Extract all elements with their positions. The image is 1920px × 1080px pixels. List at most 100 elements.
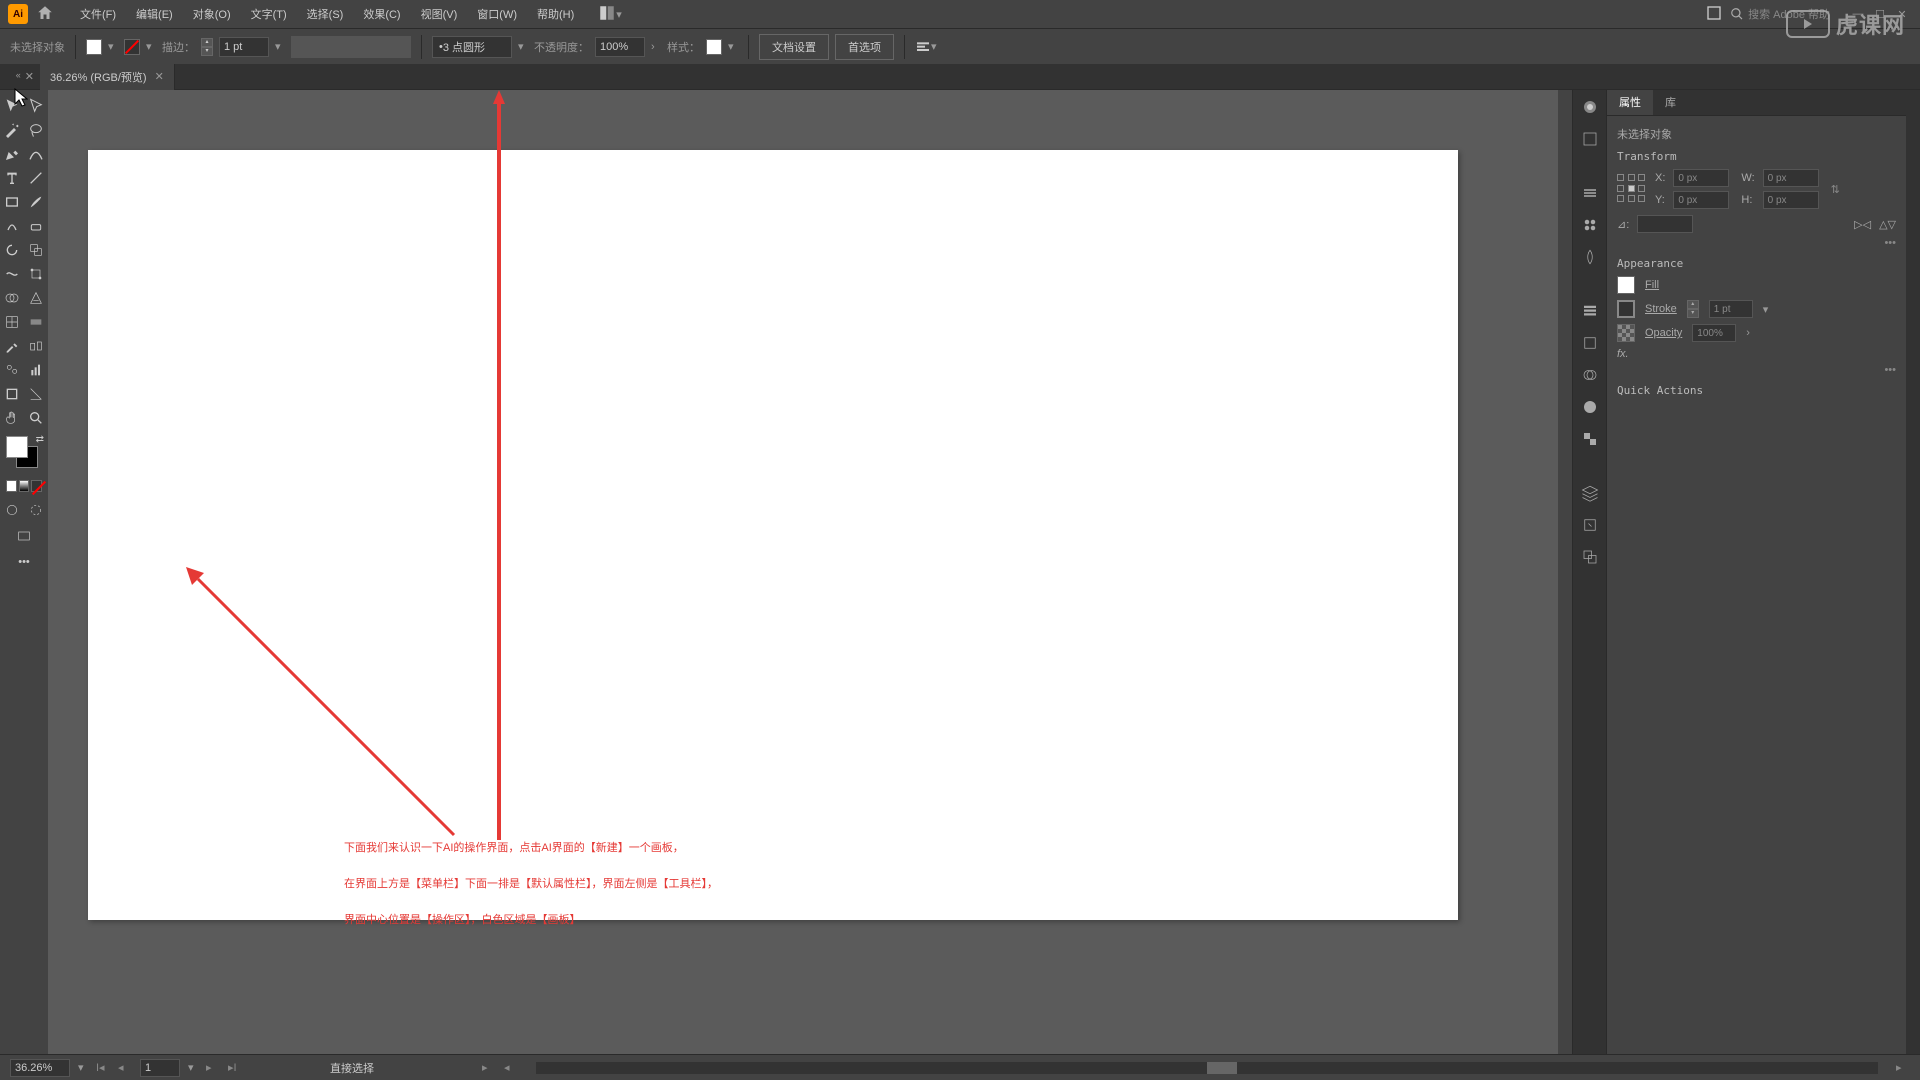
- slice-tool[interactable]: [24, 382, 48, 406]
- foreground-color[interactable]: [6, 436, 28, 458]
- stroke-swatch[interactable]: [124, 39, 140, 55]
- opacity-input[interactable]: [595, 37, 645, 57]
- stroke-stepper[interactable]: ▴▾: [201, 38, 213, 56]
- menu-window[interactable]: 窗口(W): [467, 2, 527, 26]
- zoom-tool[interactable]: [24, 406, 48, 430]
- stroke-weight-dd[interactable]: ▾: [275, 40, 285, 53]
- brushes-panel-icon[interactable]: [1579, 214, 1601, 236]
- arrange-docs-arrow[interactable]: ▾: [616, 8, 626, 21]
- brush-tool[interactable]: [24, 190, 48, 214]
- artboards-icon[interactable]: [1579, 546, 1601, 568]
- transform-w[interactable]: [1763, 169, 1819, 187]
- transparency-icon[interactable]: [1579, 428, 1601, 450]
- transform-angle[interactable]: [1637, 215, 1693, 233]
- type-tool[interactable]: [0, 166, 24, 190]
- screen-mode[interactable]: [0, 522, 48, 550]
- graph-tool[interactable]: [24, 358, 48, 382]
- align-panel-icon[interactable]: [1579, 300, 1601, 322]
- fill-swatch[interactable]: [86, 39, 102, 55]
- scale-tool[interactable]: [24, 238, 48, 262]
- canvas[interactable]: 下面我们来认识一下AI的操作界面，点击AI界面的【新建】一个画板， 在界面上方是…: [48, 90, 1558, 1054]
- fx-label[interactable]: fx.: [1617, 348, 1896, 360]
- transform-x[interactable]: [1673, 169, 1729, 187]
- status-scroll-left[interactable]: ◂: [504, 1061, 518, 1074]
- style-dd[interactable]: ▾: [728, 40, 738, 53]
- shaper-tool[interactable]: [0, 214, 24, 238]
- frame-icon[interactable]: [1706, 5, 1722, 24]
- first-artboard[interactable]: I◂: [96, 1061, 110, 1074]
- pen-tool[interactable]: [0, 142, 24, 166]
- next-artboard[interactable]: ▸: [206, 1061, 220, 1074]
- free-transform-tool[interactable]: [24, 262, 48, 286]
- shape-builder-tool[interactable]: [0, 286, 24, 310]
- prev-artboard[interactable]: ◂: [118, 1061, 132, 1074]
- doc-setup-button[interactable]: 文档设置: [759, 34, 829, 60]
- last-artboard[interactable]: ▸I: [228, 1061, 242, 1074]
- swatch-panel-icon[interactable]: [1579, 128, 1601, 150]
- mesh-tool[interactable]: [0, 310, 24, 334]
- style-swatch[interactable]: [706, 39, 722, 55]
- fill-color[interactable]: [1617, 276, 1635, 294]
- pathfinder-icon[interactable]: [1579, 364, 1601, 386]
- menu-edit[interactable]: 编辑(E): [126, 2, 183, 26]
- menu-view[interactable]: 视图(V): [411, 2, 468, 26]
- artboard-number[interactable]: [140, 1059, 180, 1077]
- sw-gradient[interactable]: [19, 480, 30, 492]
- flip-h-icon[interactable]: ▷◁: [1854, 218, 1871, 231]
- panel-stroke-stepper[interactable]: ▴▾: [1687, 300, 1699, 318]
- panel-stroke-dd[interactable]: ▾: [1763, 303, 1773, 316]
- menu-effect[interactable]: 效果(C): [353, 2, 410, 26]
- align-icon[interactable]: ▾: [915, 39, 941, 55]
- scrollbar-horizontal[interactable]: [536, 1062, 1878, 1074]
- appearance-more[interactable]: •••: [1617, 364, 1896, 376]
- swap-colors-icon[interactable]: ⇄: [36, 434, 44, 445]
- fill-dd[interactable]: ▾: [108, 40, 118, 53]
- rotate-tool[interactable]: [0, 238, 24, 262]
- panel-opacity-dd[interactable]: ›: [1746, 327, 1756, 339]
- opacity-swatch[interactable]: [1617, 324, 1635, 342]
- perspective-tool[interactable]: [24, 286, 48, 310]
- scrollbar-vertical[interactable]: [1558, 90, 1572, 1054]
- more-tools[interactable]: •••: [0, 550, 48, 574]
- sw-none[interactable]: [31, 480, 42, 492]
- gradient-tool[interactable]: [24, 310, 48, 334]
- color-swatches[interactable]: ⇄: [0, 430, 48, 478]
- document-tab-close[interactable]: ✕: [155, 70, 164, 83]
- stroke-dd[interactable]: ▾: [146, 40, 156, 53]
- draw-mode-a[interactable]: [0, 498, 24, 522]
- menu-help[interactable]: 帮助(H): [527, 2, 584, 26]
- tab-properties[interactable]: 属性: [1607, 90, 1653, 115]
- hand-tool[interactable]: [0, 406, 24, 430]
- asset-export-icon[interactable]: [1579, 514, 1601, 536]
- stroke-weight[interactable]: [219, 37, 269, 57]
- menu-object[interactable]: 对象(O): [183, 2, 241, 26]
- opacity-dd[interactable]: ›: [651, 41, 661, 53]
- stroke-color[interactable]: [1617, 300, 1635, 318]
- lasso-tool[interactable]: [24, 118, 48, 142]
- width-tool[interactable]: [0, 262, 24, 286]
- transform-h[interactable]: [1763, 191, 1819, 209]
- layers-icon[interactable]: [1579, 482, 1601, 504]
- transform-panel-icon[interactable]: [1579, 332, 1601, 354]
- document-tab[interactable]: 36.26% (RGB/预览) ✕: [40, 64, 175, 90]
- reference-point[interactable]: [1617, 174, 1647, 204]
- eyedropper-tool[interactable]: [0, 334, 24, 358]
- link-wh-icon[interactable]: ⇅: [1831, 183, 1840, 196]
- tab-library[interactable]: 库: [1653, 90, 1688, 115]
- color-panel-icon[interactable]: [1579, 96, 1601, 118]
- profile-combo[interactable]: [291, 36, 411, 58]
- magic-wand-tool[interactable]: [0, 118, 24, 142]
- zoom-select[interactable]: [10, 1059, 70, 1077]
- rectangle-tool[interactable]: [0, 190, 24, 214]
- preferences-button[interactable]: 首选项: [835, 34, 894, 60]
- home-icon[interactable]: [36, 4, 56, 24]
- artboard-dd[interactable]: ▾: [188, 1061, 198, 1074]
- menu-text[interactable]: 文字(T): [241, 2, 297, 26]
- artboard-tool[interactable]: [0, 382, 24, 406]
- brush-dd[interactable]: ▾: [518, 40, 528, 53]
- stroke-panel-icon[interactable]: [1579, 182, 1601, 204]
- draw-mode-b[interactable]: [24, 498, 48, 522]
- curvature-tool[interactable]: [24, 142, 48, 166]
- transform-y[interactable]: [1673, 191, 1729, 209]
- sw-solid[interactable]: [6, 480, 17, 492]
